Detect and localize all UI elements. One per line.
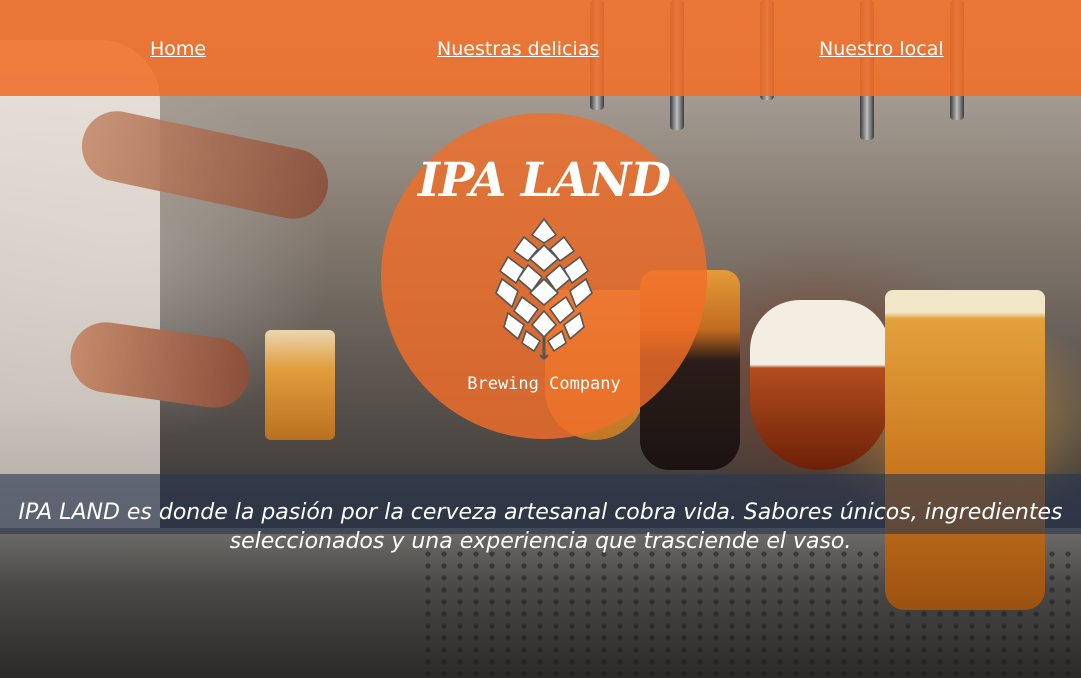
beer-glass xyxy=(885,290,1045,610)
nav-link-nuestro-local[interactable]: Nuestro local xyxy=(819,38,944,60)
beer-glass xyxy=(265,330,335,440)
brand-badge: IPA LAND Brewing Company xyxy=(381,113,707,439)
hop-cone-icon xyxy=(495,218,593,360)
top-navbar: Home Nuestras delicias Nuestro local xyxy=(0,0,1081,96)
nav-link-home[interactable]: Home xyxy=(150,38,206,60)
beer-glass xyxy=(750,300,890,470)
nav-link-nuestras-delicias[interactable]: Nuestras delicias xyxy=(437,38,599,60)
brand-tagline: Brewing Company xyxy=(467,374,621,394)
hero-description: IPA LAND es donde la pasión por la cerve… xyxy=(18,500,1063,554)
brand-title: IPA LAND xyxy=(418,153,671,208)
